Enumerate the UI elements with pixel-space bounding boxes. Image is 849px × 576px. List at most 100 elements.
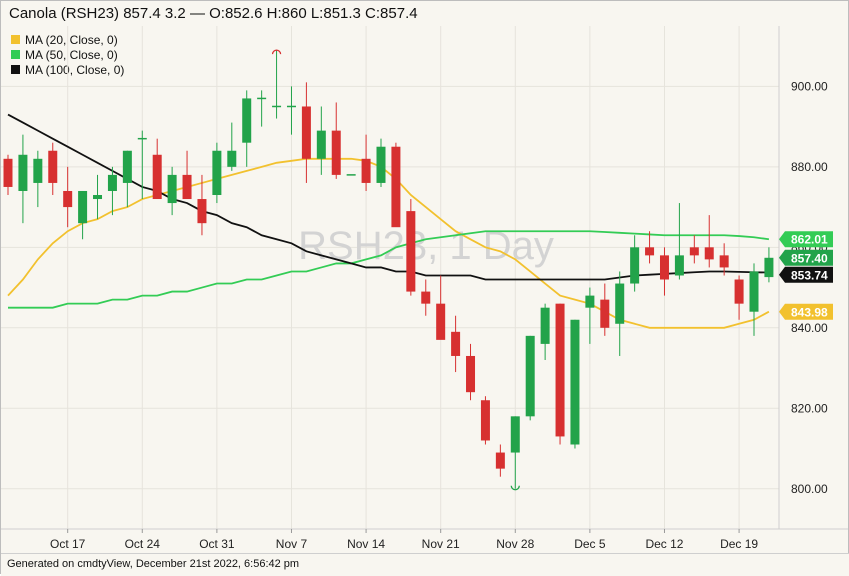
- candle-body: [33, 158, 43, 183]
- candle: [331, 102, 341, 179]
- candle-body: [585, 295, 595, 308]
- candle: [257, 90, 267, 127]
- candle-body: [122, 150, 132, 183]
- candle-body: [749, 271, 759, 312]
- candle-body: [451, 331, 461, 356]
- candle-body: [406, 211, 416, 292]
- y-tick-label: 820.00: [791, 401, 828, 415]
- candle: [167, 166, 177, 216]
- x-tick-label: Oct 31: [199, 537, 235, 551]
- price-labels: 862.01 857.40 853.74 843.98: [779, 231, 833, 320]
- candle: [227, 122, 237, 171]
- candle-body: [107, 174, 117, 191]
- candle-body: [242, 98, 252, 143]
- candle-body: [555, 303, 565, 437]
- candle-body: [495, 452, 505, 469]
- candle-body: [719, 255, 729, 268]
- candle: [674, 203, 684, 280]
- candle-body: [630, 247, 640, 284]
- x-tick-label: Nov 7: [276, 537, 308, 551]
- candle: [361, 134, 371, 191]
- time-axis[interactable]: Oct 17 Oct 24 Oct 31 Nov 7 Nov 14 Nov 21 Nov 2…: [50, 529, 758, 551]
- candle-body: [227, 150, 237, 167]
- y-tick-label: 880.00: [791, 160, 828, 174]
- candle-body: [376, 146, 386, 183]
- candle: [63, 166, 73, 228]
- candle-body: [167, 174, 177, 204]
- candle: [495, 444, 505, 477]
- candle-body: [570, 319, 580, 445]
- candle: [242, 90, 252, 167]
- price-tag: 862.01: [779, 231, 833, 248]
- candle: [764, 247, 774, 283]
- candle-body: [78, 190, 88, 224]
- candle-body: [466, 355, 476, 393]
- price-chart[interactable]: RSH23, 1 Day 800.00820.00840.00860.00880…: [1, 1, 848, 553]
- price-tag: 853.74: [779, 266, 833, 283]
- candle-body: [48, 150, 58, 183]
- candle-body: [421, 291, 431, 304]
- candle: [615, 271, 625, 356]
- candle-body: [689, 247, 699, 256]
- x-tick-label: Nov 14: [347, 537, 385, 551]
- price-tag: 857.40: [779, 249, 833, 266]
- footer: Generated on cmdtyView, December 21st 20…: [1, 553, 849, 576]
- candle: [272, 50, 282, 119]
- candle: [212, 142, 222, 204]
- candle-body: [197, 199, 207, 224]
- candle-body: [316, 130, 326, 159]
- candle-body: [3, 158, 13, 187]
- candle: [286, 86, 296, 135]
- x-tick-label: Nov 28: [496, 537, 534, 551]
- candle: [659, 247, 669, 296]
- candle: [316, 106, 326, 175]
- price-tag-label: 857.40: [791, 251, 828, 265]
- candle-body: [212, 150, 222, 196]
- x-tick-label: Oct 17: [50, 537, 86, 551]
- candle: [421, 279, 431, 316]
- candle-body: [361, 158, 371, 183]
- candle: [406, 199, 416, 296]
- candle: [301, 82, 311, 183]
- candle-body: [93, 195, 103, 200]
- chart-frame: Canola (RSH23) 857.4 3.2 — O:852.6 H:860…: [0, 0, 849, 576]
- price-tag-label: 862.01: [791, 233, 828, 247]
- candle-body: [182, 174, 192, 200]
- candle: [451, 315, 461, 373]
- price-axis[interactable]: 800.00820.00840.00860.00880.00900.00: [791, 79, 828, 495]
- candle-body: [645, 247, 655, 256]
- candle-body: [152, 154, 162, 200]
- candle: [570, 319, 580, 449]
- price-tag-label: 853.74: [791, 268, 828, 282]
- x-tick-label: Dec 19: [720, 537, 758, 551]
- y-tick-label: 900.00: [791, 79, 828, 93]
- candle-body: [63, 190, 73, 208]
- candle: [704, 215, 714, 268]
- candle-body: [734, 279, 744, 304]
- candle-body: [18, 154, 28, 191]
- candle: [18, 134, 28, 224]
- moving-average-lines: [7, 113, 770, 329]
- x-tick-label: Dec 12: [645, 537, 683, 551]
- candle: [466, 343, 476, 401]
- candle: [376, 138, 386, 187]
- candle: [749, 263, 759, 336]
- candle: [555, 303, 565, 445]
- candle: [585, 287, 595, 344]
- candle-body: [391, 146, 401, 228]
- candle: [152, 138, 162, 200]
- candle-body: [615, 283, 625, 324]
- candle: [122, 150, 132, 208]
- candle-body: [436, 303, 446, 340]
- candle-body: [659, 255, 669, 280]
- candle: [391, 142, 401, 228]
- candle: [137, 130, 147, 200]
- x-tick-label: Nov 21: [422, 537, 460, 551]
- candle-body: [301, 106, 311, 159]
- candle: [525, 335, 535, 421]
- footer-text: Generated on cmdtyView, December 21st 20…: [7, 558, 300, 570]
- candle: [107, 166, 117, 216]
- candle: [78, 190, 88, 240]
- candle: [48, 142, 58, 196]
- candle: [689, 235, 699, 264]
